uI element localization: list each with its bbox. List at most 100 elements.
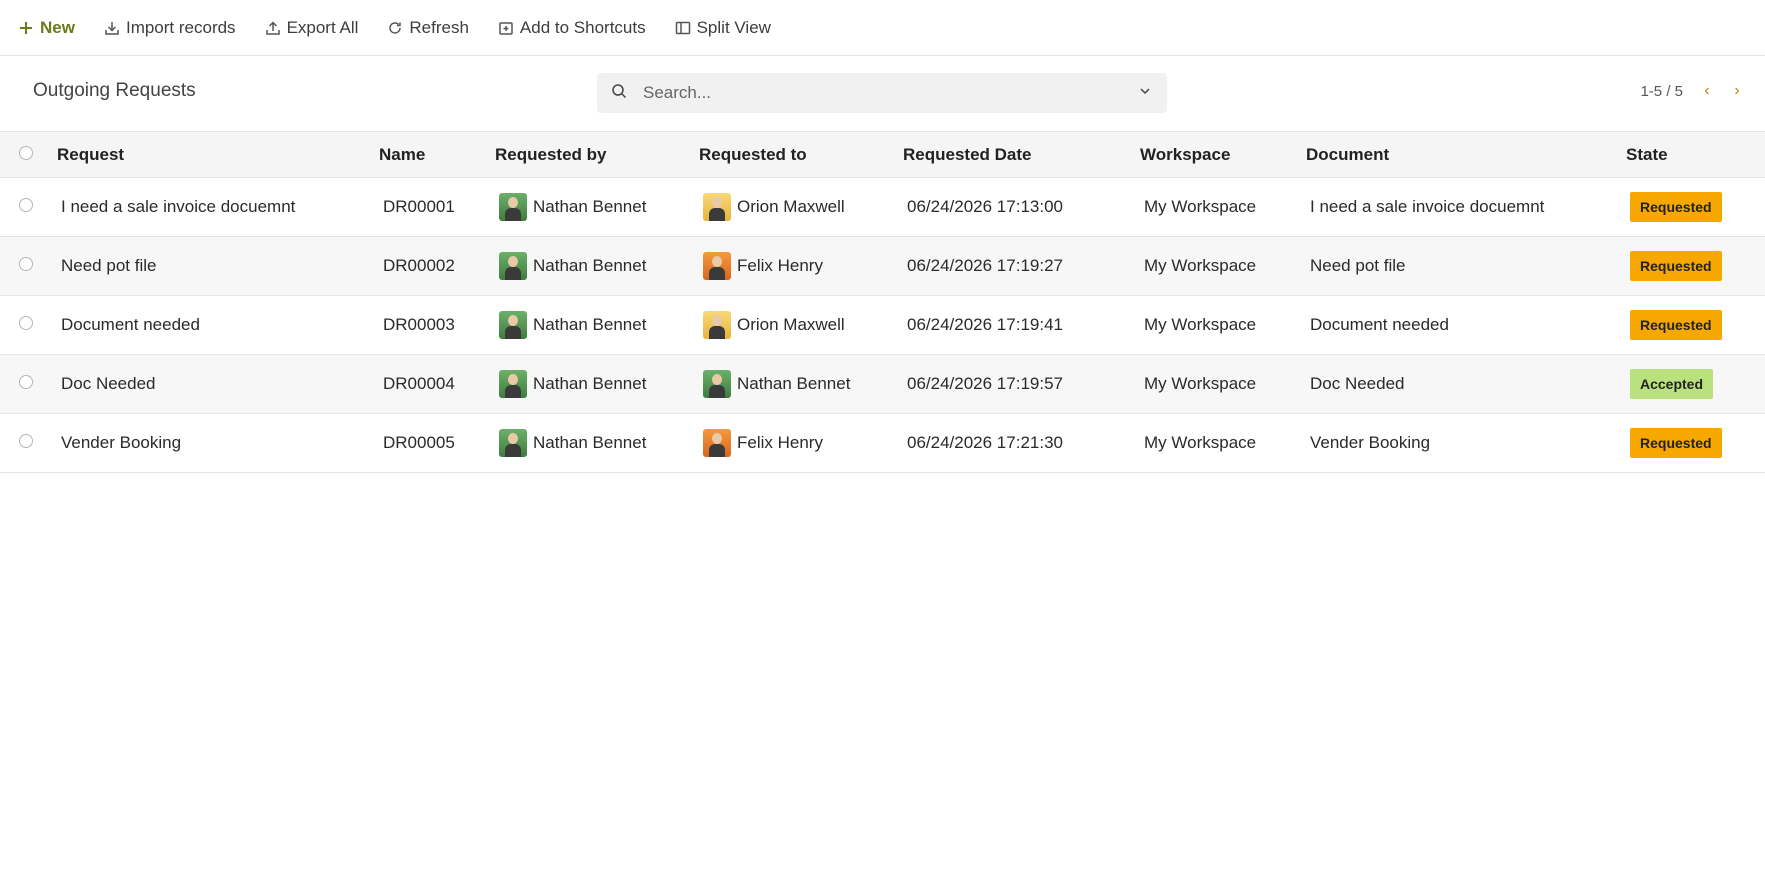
table-header-row: Request Name Requested by Requested to R… <box>0 131 1765 178</box>
avatar <box>703 193 731 221</box>
column-header-state[interactable]: State <box>1626 132 1765 178</box>
avatar <box>499 252 527 280</box>
pager: 1-5 / 5 ‹ › <box>1640 82 1743 100</box>
avatar <box>499 429 527 457</box>
column-header-document[interactable]: Document <box>1306 132 1626 178</box>
requested-to-cell: Orion Maxwell <box>699 296 903 355</box>
pager-count: 1-5 / 5 <box>1640 82 1683 100</box>
requested-by-name: Nathan Bennet <box>533 433 647 452</box>
requested-to-cell: Orion Maxwell <box>699 178 903 237</box>
import-records-label: Import records <box>125 17 236 37</box>
avatar <box>499 370 527 398</box>
requested-date-cell: 06/24/2026 17:19:41 <box>907 315 1063 334</box>
chevron-down-icon[interactable] <box>1137 83 1153 104</box>
avatar <box>703 311 731 339</box>
status-badge: Accepted <box>1630 369 1714 399</box>
search-input[interactable] <box>641 82 1137 104</box>
add-box-icon <box>498 20 514 36</box>
requested-by-cell: Nathan Bennet <box>495 296 699 355</box>
avatar <box>499 311 527 339</box>
row-select-checkbox[interactable] <box>19 198 33 212</box>
request-cell[interactable]: Document needed <box>57 296 379 355</box>
state-cell: Requested <box>1626 414 1765 473</box>
select-all-checkbox[interactable] <box>19 145 33 160</box>
request-cell[interactable]: Doc Needed <box>57 355 379 414</box>
table-row[interactable]: Document needed DR00003 Nathan Bennet Or… <box>0 296 1765 355</box>
requested-date-cell: 06/24/2026 17:13:00 <box>907 197 1063 216</box>
row-select-checkbox[interactable] <box>19 257 33 271</box>
state-cell: Requested <box>1626 178 1765 237</box>
export-all-label: Export All <box>286 17 359 37</box>
requested-by-name: Nathan Bennet <box>533 197 647 216</box>
status-badge: Requested <box>1630 310 1722 340</box>
requested-to-name: Nathan Bennet <box>737 374 851 393</box>
column-header-workspace[interactable]: Workspace <box>1140 132 1306 178</box>
requested-by-cell: Nathan Bennet <box>495 237 699 296</box>
import-records-button[interactable]: Import records <box>104 18 236 38</box>
split-view-button[interactable]: Split View <box>675 18 771 38</box>
request-cell[interactable]: Need pot file <box>57 237 379 296</box>
column-header-requested-to[interactable]: Requested to <box>699 132 903 178</box>
avatar <box>703 370 731 398</box>
requests-table: Request Name Requested by Requested to R… <box>0 131 1765 473</box>
name-cell: DR00003 <box>383 315 455 334</box>
workspace-cell: My Workspace <box>1144 197 1257 216</box>
table-row[interactable]: Doc Needed DR00004 Nathan Bennet Nathan … <box>0 354 1765 414</box>
workspace-cell: My Workspace <box>1144 256 1257 275</box>
column-header-requested-by[interactable]: Requested by <box>495 132 699 178</box>
status-badge: Requested <box>1630 192 1722 222</box>
document-cell: Doc Needed <box>1310 374 1405 393</box>
list-header: Outgoing Requests 1-5 / 5 ‹ › <box>0 56 1765 131</box>
requested-to-name: Felix Henry <box>737 433 823 452</box>
table-row[interactable]: Vender Booking DR00005 Nathan Bennet Fel… <box>0 414 1765 473</box>
page-title: Outgoing Requests <box>33 80 196 101</box>
state-cell: Accepted <box>1626 355 1765 414</box>
requested-to-name: Orion Maxwell <box>737 315 845 334</box>
document-cell: I need a sale invoice docuemnt <box>1310 197 1545 216</box>
column-header-name[interactable]: Name <box>379 132 495 178</box>
chevron-left-icon[interactable]: ‹ <box>1701 82 1713 100</box>
requested-to-cell: Felix Henry <box>699 414 903 473</box>
search-bar[interactable] <box>597 73 1167 113</box>
workspace-cell: My Workspace <box>1144 374 1257 393</box>
name-cell: DR00001 <box>383 197 455 216</box>
avatar <box>703 252 731 280</box>
requested-by-cell: Nathan Bennet <box>495 414 699 473</box>
status-badge: Requested <box>1630 251 1722 281</box>
new-button-label: New <box>40 17 75 37</box>
column-header-request[interactable]: Request <box>57 132 379 178</box>
row-select-checkbox[interactable] <box>19 434 33 448</box>
chevron-right-icon[interactable]: › <box>1731 82 1743 100</box>
workspace-cell: My Workspace <box>1144 433 1257 452</box>
requested-by-cell: Nathan Bennet <box>495 178 699 237</box>
search-icon <box>611 83 627 104</box>
table-row[interactable]: Need pot file DR00002 Nathan Bennet Feli… <box>0 236 1765 296</box>
requested-by-name: Nathan Bennet <box>533 374 647 393</box>
request-cell[interactable]: I need a sale invoice docuemnt <box>57 178 379 237</box>
requested-to-cell: Nathan Bennet <box>699 355 903 414</box>
add-to-shortcuts-button[interactable]: Add to Shortcuts <box>498 18 646 38</box>
name-cell: DR00005 <box>383 433 455 452</box>
refresh-button[interactable]: Refresh <box>387 18 469 38</box>
plus-icon <box>18 20 34 36</box>
requested-date-cell: 06/24/2026 17:21:30 <box>907 433 1063 452</box>
add-to-shortcuts-label: Add to Shortcuts <box>519 17 646 37</box>
request-cell[interactable]: Vender Booking <box>57 414 379 473</box>
row-select-checkbox[interactable] <box>19 375 33 389</box>
requested-to-cell: Felix Henry <box>699 237 903 296</box>
name-cell: DR00002 <box>383 256 455 275</box>
requested-by-name: Nathan Bennet <box>533 315 647 334</box>
row-select-checkbox[interactable] <box>19 316 33 330</box>
document-cell: Need pot file <box>1310 256 1406 275</box>
upload-icon <box>265 20 281 36</box>
avatar <box>499 193 527 221</box>
new-button[interactable]: New <box>18 18 75 38</box>
table-row[interactable]: I need a sale invoice docuemnt DR00001 N… <box>0 178 1765 237</box>
export-all-button[interactable]: Export All <box>265 17 359 38</box>
requested-by-name: Nathan Bennet <box>533 256 647 275</box>
refresh-label: Refresh <box>409 17 469 37</box>
column-header-requested-date[interactable]: Requested Date <box>903 132 1140 178</box>
avatar <box>703 429 731 457</box>
split-view-icon <box>675 20 691 36</box>
download-icon <box>104 20 120 36</box>
